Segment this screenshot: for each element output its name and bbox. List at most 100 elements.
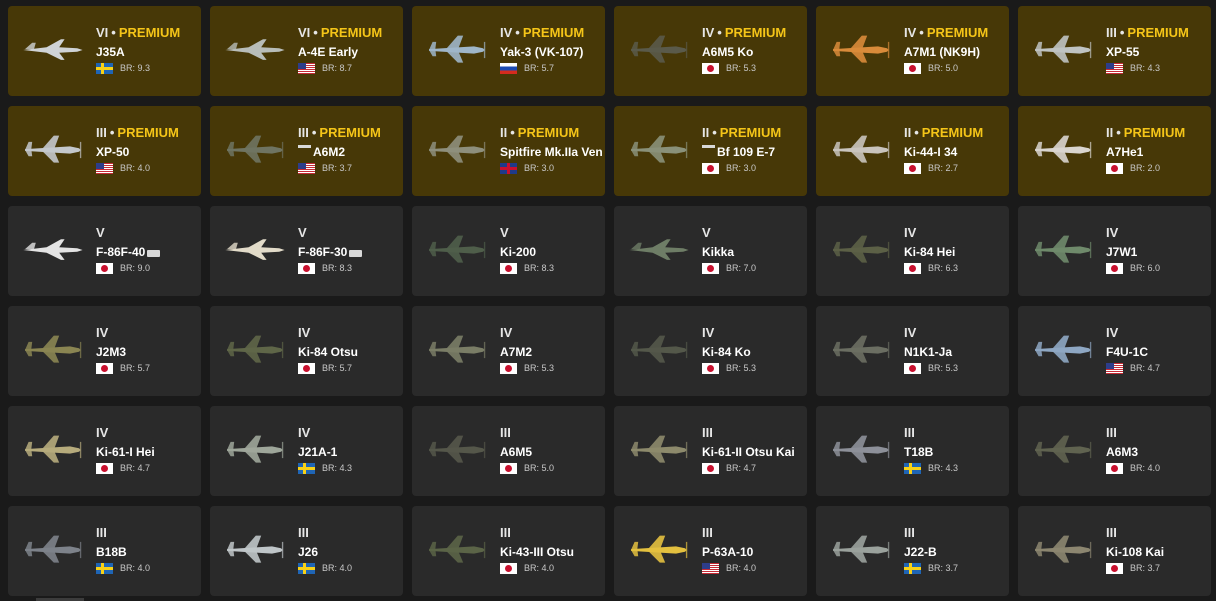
- vehicle-name-line: F-86F-30: [298, 245, 403, 260]
- vehicle-name: A7M2: [500, 345, 533, 359]
- vehicle-card[interactable]: VI • PREMIUM A-4E Early BR: 8.7: [210, 6, 403, 96]
- br-line: BR: 4.3: [904, 461, 1009, 475]
- flag-se-icon: [96, 562, 113, 574]
- vehicle-card[interactable]: II • PREMIUM Spitfire Mk.IIa Ven BR: 3.0: [412, 106, 605, 196]
- vehicle-card[interactable]: III • PREMIUM XP-50 BR: 4.0: [8, 106, 201, 196]
- vehicle-card[interactable]: IV Ki-84 Otsu BR: 5.7: [210, 306, 403, 396]
- vehicle-card[interactable]: V Kikka BR: 7.0: [614, 206, 807, 296]
- vehicle-card[interactable]: II • PREMIUM Ki-44-I 34 BR: 2.7: [816, 106, 1009, 196]
- flag-us-icon: [298, 162, 315, 174]
- vehicle-card[interactable]: II • PREMIUM A7He1 BR: 2.0: [1018, 106, 1211, 196]
- rank-line: III: [702, 425, 807, 441]
- vehicle-card[interactable]: III B18B BR: 4.0: [8, 506, 201, 596]
- vehicle-card[interactable]: III T18B BR: 4.3: [816, 406, 1009, 496]
- separator-dot: •: [1119, 25, 1125, 40]
- vehicle-card[interactable]: III A6M3 BR: 4.0: [1018, 406, 1211, 496]
- vehicle-card[interactable]: V Ki-200 BR: 8.3: [412, 206, 605, 296]
- vehicle-card[interactable]: V F-86F-40 BR: 9.0: [8, 206, 201, 296]
- vehicle-name: A6M2: [313, 145, 346, 159]
- vehicle-card[interactable]: IV N1K1-Ja BR: 5.3: [816, 306, 1009, 396]
- vehicle-name-line: J2M3: [96, 345, 201, 360]
- vehicle-card[interactable]: IV F4U-1C BR: 4.7: [1018, 306, 1211, 396]
- prop-aircraft-icon: [1026, 132, 1098, 168]
- vehicle-name-line: XP-50: [96, 145, 201, 160]
- rank-label: III: [702, 525, 713, 540]
- vehicle-card[interactable]: III P-63A-10 BR: 4.0: [614, 506, 807, 596]
- vehicle-card[interactable]: III • PREMIUM A6M2 BR: 3.7: [210, 106, 403, 196]
- rank-line: III: [298, 525, 403, 541]
- premium-label: PREMIUM: [320, 25, 383, 40]
- flag-us-icon: [1106, 362, 1123, 374]
- vehicle-card[interactable]: IV • PREMIUM A6M5 Ko BR: 5.3: [614, 6, 807, 96]
- vehicle-card[interactable]: IV • PREMIUM Yak-3 (VK-107) BR: 5.7: [412, 6, 605, 96]
- battle-rating: BR: 5.3: [726, 63, 757, 73]
- prop-aircraft-icon: [1026, 432, 1098, 468]
- vehicle-name-line: Spitfire Mk.IIa Ven: [500, 145, 605, 160]
- rank-label: IV: [298, 425, 311, 440]
- premium-label: PREMIUM: [1127, 25, 1189, 40]
- flag-se-icon: [298, 462, 315, 474]
- vehicle-card[interactable]: III Ki-108 Kai BR: 3.7: [1018, 506, 1211, 596]
- separator-dot: •: [510, 125, 515, 140]
- vehicle-name: F-86F-30: [298, 245, 348, 259]
- br-line: BR: 4.7: [1106, 361, 1211, 375]
- br-line: BR: 8.3: [500, 261, 605, 275]
- vehicle-name: XP-50: [96, 145, 130, 159]
- rank-line: IV • PREMIUM: [702, 25, 807, 41]
- prop-aircraft-icon: [420, 532, 492, 568]
- rank-line: II • PREMIUM: [702, 125, 807, 141]
- vehicle-card[interactable]: V F-86F-30 BR: 8.3: [210, 206, 403, 296]
- vehicle-card[interactable]: II • PREMIUM Bf 109 E-7 BR: 3.0: [614, 106, 807, 196]
- vehicle-card[interactable]: VI • PREMIUM J35A BR: 9.3: [8, 6, 201, 96]
- prop-aircraft-icon: [420, 232, 492, 268]
- vehicle-card[interactable]: IV A7M2 BR: 5.3: [412, 306, 605, 396]
- vehicle-info: VI • PREMIUM A-4E Early BR: 8.7: [298, 25, 403, 75]
- br-line: BR: 5.7: [500, 61, 605, 75]
- rank-label: III: [1106, 525, 1117, 540]
- vehicle-card[interactable]: III J22-B BR: 3.7: [816, 506, 1009, 596]
- vehicle-card[interactable]: IV J2M3 BR: 5.7: [8, 306, 201, 396]
- flag-jp-icon: [500, 362, 517, 374]
- vehicle-name: A-4E Early: [298, 45, 359, 59]
- vehicle-card[interactable]: IV Ki-84 Ko BR: 5.3: [614, 306, 807, 396]
- br-line: BR: 6.3: [904, 261, 1009, 275]
- br-line: BR: 4.0: [96, 161, 201, 175]
- battle-rating: BR: 7.0: [726, 263, 757, 273]
- vehicle-name: J22-B: [904, 545, 937, 559]
- vehicle-info: III B18B BR: 4.0: [96, 525, 201, 575]
- rank-label: III: [904, 425, 915, 440]
- vehicle-name: F-86F-40: [96, 245, 146, 259]
- vehicle-card[interactable]: III • PREMIUM XP-55 BR: 4.3: [1018, 6, 1211, 96]
- separator-dot: •: [712, 125, 717, 140]
- battle-rating: BR: 6.0: [1130, 263, 1161, 273]
- rank-line: IV: [298, 325, 403, 341]
- vehicle-card[interactable]: III Ki-61-II Otsu Kai BR: 4.7: [614, 406, 807, 496]
- vehicle-card[interactable]: IV Ki-84 Hei BR: 6.3: [816, 206, 1009, 296]
- vehicle-info: IV Ki-84 Otsu BR: 5.7: [298, 325, 403, 375]
- vehicle-name-line: A6M5 Ko: [702, 45, 807, 60]
- vehicle-card[interactable]: IV • PREMIUM A7M1 (NK9H) BR: 5.0: [816, 6, 1009, 96]
- flag-jp-icon: [500, 462, 517, 474]
- vehicle-card[interactable]: IV J21A-1 BR: 4.3: [210, 406, 403, 496]
- vehicle-card[interactable]: III Ki-43-III Otsu BR: 4.0: [412, 506, 605, 596]
- battle-rating: BR: 8.3: [524, 263, 555, 273]
- prop-aircraft-icon: [1026, 32, 1098, 68]
- rank-line: IV • PREMIUM: [904, 25, 1009, 41]
- flag-jp-icon: [298, 262, 315, 274]
- vehicle-name-line: Ki-84 Otsu: [298, 345, 403, 360]
- vehicle-info: III • PREMIUM XP-55 BR: 4.3: [1106, 25, 1211, 75]
- battle-rating: BR: 9.0: [120, 263, 151, 273]
- rank-label: V: [702, 225, 711, 240]
- br-line: BR: 5.0: [500, 461, 605, 475]
- event-tag-icon: [702, 145, 715, 148]
- vehicle-name: A6M5: [500, 445, 533, 459]
- rank-label: IV: [702, 25, 715, 40]
- vehicle-card[interactable]: IV J7W1 BR: 6.0: [1018, 206, 1211, 296]
- flag-jp-icon: [702, 362, 719, 374]
- prop-aircraft-icon: [16, 132, 88, 168]
- vehicle-card[interactable]: III A6M5 BR: 5.0: [412, 406, 605, 496]
- vehicle-card[interactable]: IV Ki-61-I Hei BR: 4.7: [8, 406, 201, 496]
- rank-line: III: [500, 425, 605, 441]
- vehicle-name-line: F-86F-40: [96, 245, 201, 260]
- vehicle-card[interactable]: III J26 BR: 4.0: [210, 506, 403, 596]
